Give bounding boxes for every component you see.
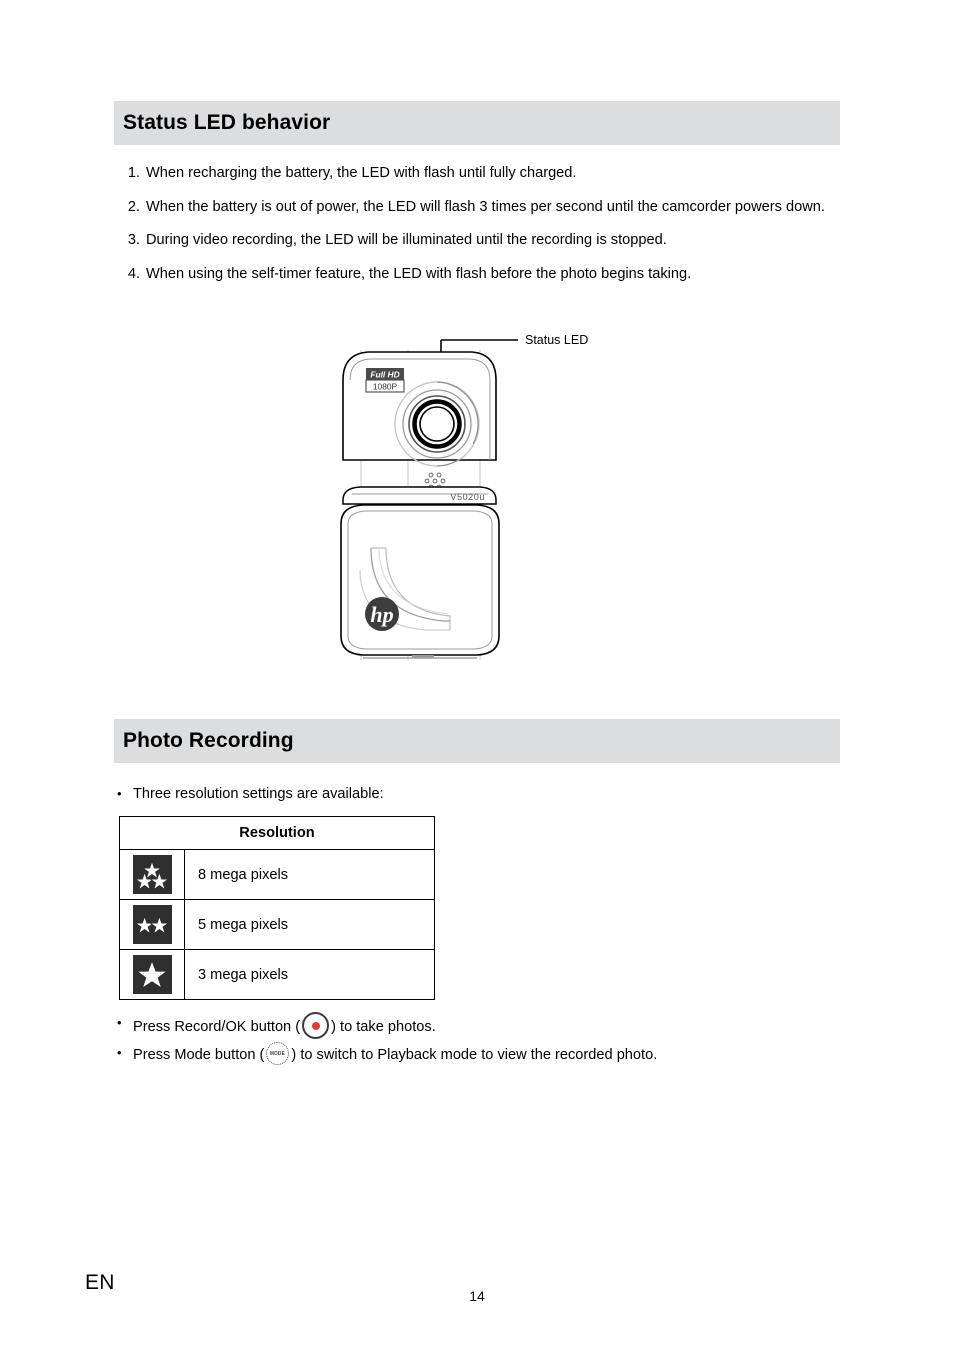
list-item: 3. During video recording, the LED will … (118, 229, 844, 253)
model-label-strip: V5020u (342, 486, 497, 505)
resolution-icon-cell-8mp (119, 849, 185, 900)
resolution-table: Resolution 8 mega pixels 5 mega pixels 3… (119, 816, 435, 1000)
mode-bullet-suffix: ) to switch to Playback mode to view the… (291, 1047, 658, 1063)
table-row: 3 mega pixels (119, 949, 435, 1000)
list-item-number: 1. (127, 165, 140, 181)
list-item-number: 2. (127, 198, 140, 215)
one-star-icon (132, 955, 172, 994)
full-hd-badge: Full HD 1080P (365, 368, 405, 393)
camcorder-model-label: V5020u (450, 492, 485, 502)
section-title-status-led: Status LED behavior (123, 111, 331, 134)
table-header-row: Resolution (119, 816, 435, 850)
camcorder-diagram: Status LED Full HD 1080P V5020u hp (330, 318, 630, 678)
bullet-text-mode: Press Mode button ( MODE ) to switch to Pl… (133, 1042, 657, 1066)
list-item-text: When the battery is out of power, the LE… (146, 198, 825, 215)
list-item-number: 4. (127, 265, 140, 282)
status-led-callout-label: Status LED (525, 333, 588, 347)
record-ok-button-icon (302, 1012, 330, 1039)
record-bullet-suffix: ) to take photos. (331, 1019, 436, 1035)
bullet-text: Three resolution settings are available: (133, 786, 384, 802)
record-bullet-prefix: Press Record/OK button ( (133, 1019, 301, 1035)
two-stars-icon (132, 905, 172, 944)
list-item: 4. When using the self-timer feature, th… (118, 263, 844, 287)
badge-full-hd-text: Full HD (370, 370, 399, 380)
list-item-text: When recharging the battery, the LED wit… (146, 165, 577, 181)
resolution-label-8mp: 8 mega pixels (184, 849, 435, 900)
mode-button-icon: MODE (266, 1042, 290, 1065)
list-item-text: During video recording, the LED will be … (146, 232, 667, 248)
mode-button-icon-label: MODE (270, 1050, 286, 1057)
bullet-text-record: Press Record/OK button ( ) to take photos… (133, 1012, 436, 1039)
camcorder-lower-body (340, 504, 500, 656)
section-header-photo-recording: Photo Recording (114, 719, 840, 763)
list-item: 2. When the battery is out of power, the… (118, 196, 844, 220)
bullet-marker-icon: • (117, 1015, 122, 1030)
list-item-number: 3. (127, 232, 140, 248)
section-header-status-led: Status LED behavior (114, 101, 840, 145)
bullet-marker-icon: • (117, 786, 122, 801)
list-item: 1. When recharging the battery, the LED … (118, 162, 844, 186)
resolution-icon-cell-5mp (119, 899, 185, 950)
table-row: 8 mega pixels (119, 849, 435, 900)
table-row: 5 mega pixels (119, 899, 435, 950)
bullet-marker-icon: • (117, 1045, 122, 1060)
mode-bullet-prefix: Press Mode button ( (133, 1047, 265, 1063)
column-header-resolution: Resolution (119, 816, 435, 850)
section-title-photo-recording: Photo Recording (123, 729, 294, 752)
bullet-three-resolutions: • Three resolution settings are availabl… (117, 783, 384, 805)
hp-logo-text: hp (370, 602, 393, 627)
resolution-icon-cell-3mp (119, 949, 185, 1000)
badge-1080p-text: 1080P (373, 382, 398, 392)
bullet-record-button: • Press Record/OK button ( ) to take phot… (117, 1012, 436, 1039)
hp-logo: hp (365, 597, 399, 631)
footer-page-number: 14 (469, 1288, 485, 1304)
document-page: Status LED behavior 1. When recharging t… (0, 0, 954, 1350)
status-led-behavior-list: 1. When recharging the battery, the LED … (118, 162, 844, 296)
resolution-label-5mp: 5 mega pixels (184, 899, 435, 950)
bullet-mode-button: • Press Mode button ( MODE ) to switch to … (117, 1042, 657, 1066)
list-item-text: When using the self-timer feature, the L… (146, 265, 692, 282)
camcorder-illustration: Status LED Full HD 1080P V5020u hp (340, 333, 588, 660)
resolution-label-3mp: 3 mega pixels (184, 949, 435, 1000)
three-stars-icon (132, 855, 172, 894)
